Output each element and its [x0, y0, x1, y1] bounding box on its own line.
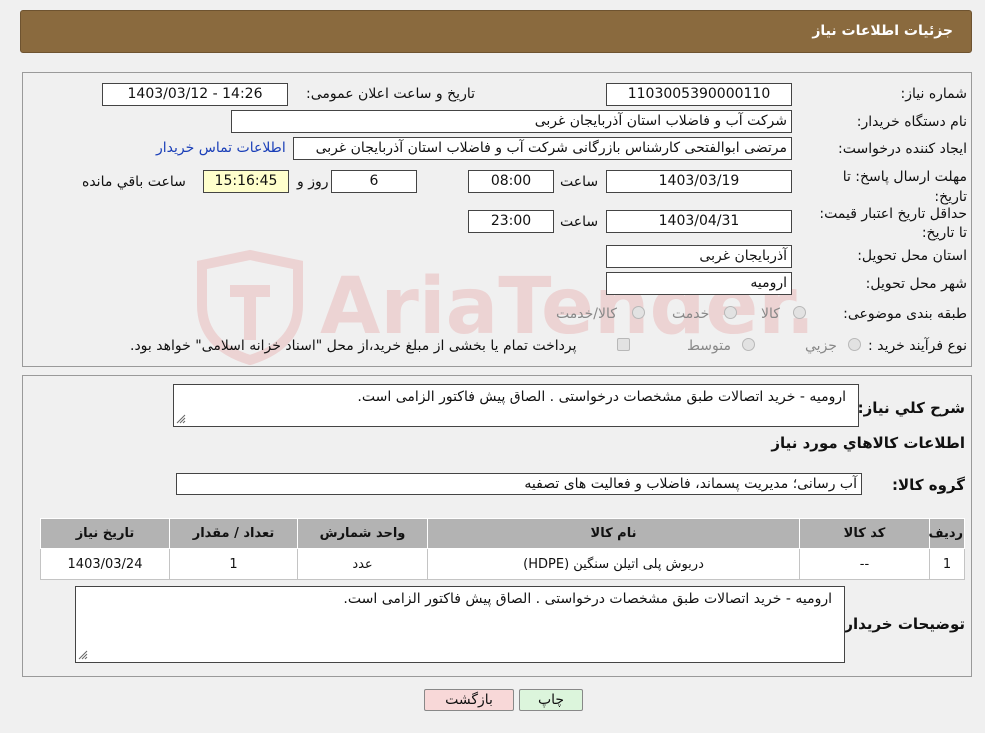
- province-label: استان محل تحویل:: [857, 248, 967, 264]
- buyer-contact-link[interactable]: اطلاعات تماس خریدار: [156, 140, 286, 156]
- cell-quantity: 1: [169, 548, 298, 580]
- need-number-label: شماره نیاز:: [900, 86, 968, 102]
- goods-group-label: گروه كالا:: [892, 476, 965, 494]
- buyer-org-label: نام دستگاه خریدار:: [856, 114, 967, 130]
- goods-group-field: آب رسانی؛ مدیریت پسماند، فاضلاب و فعالیت…: [176, 473, 862, 495]
- resize-grip-icon[interactable]: [176, 414, 186, 424]
- category-radio-goods[interactable]: [793, 306, 806, 319]
- price-validity-label: حداقل تاریخ اعتبار قیمت: تا تاریخ:: [819, 206, 967, 241]
- page-title: جزئیات اطلاعات نیاز: [812, 23, 953, 39]
- process-label: نوع فرآیند خرید :: [868, 338, 967, 354]
- cell-unit: عدد: [297, 548, 428, 580]
- col-header-item-code: کد کالا: [799, 518, 930, 549]
- price-time-label: ساعت: [560, 214, 599, 230]
- remaining-time-field: 15:16:45: [203, 170, 289, 193]
- reply-time-field: 08:00: [468, 170, 554, 193]
- col-header-row-number: ردیف: [928, 518, 965, 549]
- table-row: 1 -- دربوش پلی اتیلن سنگین (HDPE) عدد 1 …: [40, 548, 965, 580]
- resize-grip-icon[interactable]: [78, 650, 88, 660]
- process-option-medium: متوسط: [687, 338, 731, 354]
- description-textarea[interactable]: ارومیه - خرید اتصالات طبق مشخصات درخواست…: [173, 384, 859, 427]
- category-option-service: خدمت: [672, 306, 710, 322]
- category-label: طبقه بندی موضوعی:: [843, 306, 967, 322]
- buyer-org-field: شرکت آب و فاضلاب استان آذربایجان غربی: [231, 110, 792, 133]
- description-text: ارومیه - خرید اتصالات طبق مشخصات درخواست…: [357, 389, 846, 405]
- buyer-notes-text: ارومیه - خرید اتصالات طبق مشخصات درخواست…: [343, 591, 832, 607]
- col-header-unit: واحد شمارش: [297, 518, 428, 549]
- description-label: شرح كلي نياز:: [857, 399, 965, 417]
- treasury-checkbox[interactable]: [617, 338, 630, 351]
- reply-deadline-label: مهلت ارسال پاسخ: تا تاریخ:: [842, 169, 967, 205]
- print-button[interactable]: چاپ: [519, 689, 583, 711]
- items-table-wrapper: ردیف کد کالا نام کالا واحد شمارش تعداد /…: [40, 518, 965, 580]
- remaining-label: ساعت باقي مانده: [82, 174, 186, 190]
- process-radio-medium[interactable]: [742, 338, 755, 351]
- reply-date-field: 1403/03/19: [606, 170, 792, 193]
- col-header-need-date: تاریخ نیاز: [40, 518, 170, 549]
- items-table: ردیف کد کالا نام کالا واحد شمارش تعداد /…: [40, 518, 965, 580]
- cell-item-name: دربوش پلی اتیلن سنگین (HDPE): [427, 548, 800, 580]
- reply-time-label: ساعت: [560, 174, 599, 190]
- process-option-minor: جزیي: [805, 338, 837, 354]
- buyer-notes-label: توضیحات خریدار:: [838, 615, 965, 633]
- announce-label: تاریخ و ساعت اعلان عمومی:: [306, 86, 475, 102]
- buyer-notes-textarea[interactable]: ارومیه - خرید اتصالات طبق مشخصات درخواست…: [75, 586, 845, 663]
- cell-need-date: 1403/03/24: [40, 548, 170, 580]
- table-header-row: ردیف کد کالا نام کالا واحد شمارش تعداد /…: [40, 518, 965, 549]
- page-header: جزئیات اطلاعات نیاز: [20, 10, 972, 53]
- province-field: آذربایجان غربی: [606, 245, 792, 268]
- payment-note: پرداخت تمام یا بخشی از مبلغ خرید،از محل …: [130, 338, 577, 354]
- creator-field: مرتضی ابوالفتحی کارشناس بازرگانی شرکت آب…: [293, 137, 792, 160]
- cell-row-number: 1: [929, 548, 965, 580]
- goods-info-title: اطلاعات كالاهاي مورد نياز: [771, 434, 965, 452]
- col-header-item-name: نام کالا: [427, 518, 800, 549]
- cell-item-code: --: [799, 548, 930, 580]
- category-radio-service[interactable]: [724, 306, 737, 319]
- price-date-field: 1403/04/31: [606, 210, 792, 233]
- city-field: ارومیه: [606, 272, 792, 295]
- announce-field: 1403/03/12 - 14:26: [102, 83, 288, 106]
- price-time-field: 23:00: [468, 210, 554, 233]
- need-number-field: 1103005390000110: [606, 83, 792, 106]
- creator-label: ایجاد کننده درخواست:: [838, 141, 967, 157]
- category-option-goods-service: کالا/خدمت: [556, 306, 617, 322]
- back-button[interactable]: بازگشت: [424, 689, 514, 711]
- col-header-quantity: تعداد / مقدار: [169, 518, 298, 549]
- city-label: شهر محل تحویل:: [865, 276, 967, 292]
- category-radio-goods-service[interactable]: [632, 306, 645, 319]
- process-radio-minor[interactable]: [848, 338, 861, 351]
- category-option-goods: کالا: [761, 306, 780, 322]
- days-label: روز و: [297, 174, 329, 190]
- days-field: 6: [331, 170, 417, 193]
